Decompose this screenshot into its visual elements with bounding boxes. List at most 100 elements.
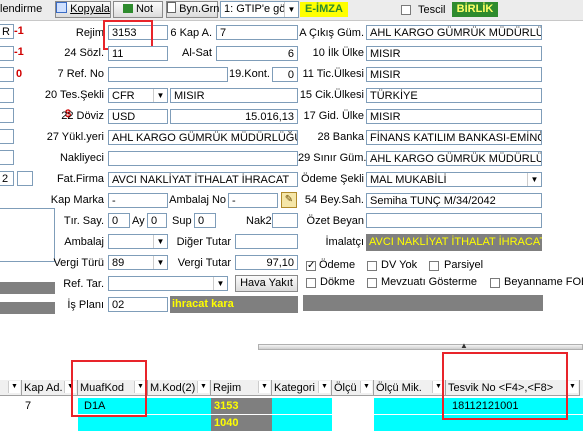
- odeme-checkbox[interactable]: ✓: [306, 261, 316, 271]
- grid-cell-kap-ad[interactable]: 7: [22, 398, 78, 414]
- sozl-field[interactable]: 11: [108, 46, 168, 61]
- odeme-sekli-select[interactable]: MAL MUKABİLİ ▼: [366, 172, 542, 187]
- grid-cell-rejim-2[interactable]: 1040: [211, 415, 272, 431]
- edit-icon[interactable]: ✎: [281, 192, 297, 208]
- diger-tutar-field[interactable]: [235, 234, 298, 249]
- nakliyeci-label: Nakliyeci: [59, 152, 104, 164]
- al-sat-field[interactable]: 6: [216, 46, 298, 61]
- tescil-checkbox[interactable]: [401, 5, 411, 15]
- grid-header-olcu-mik[interactable]: Ölçü Mik. ▼: [374, 380, 446, 396]
- imalatci-field[interactable]: AVCI NAKLİYAT İTHALAT İHRACAT: [366, 234, 542, 251]
- chevron-down-icon: ▼: [153, 235, 167, 248]
- tes-sekli-place-field[interactable]: MISIR: [170, 88, 298, 103]
- vergi-tutar-label: Vergi Tutar: [177, 257, 231, 269]
- tic-ulke-field[interactable]: MISIR: [366, 67, 542, 82]
- kont-field[interactable]: 0: [272, 67, 298, 82]
- grid-cell-m-kod2[interactable]: [148, 398, 211, 414]
- grid-header-row-handle[interactable]: ▼: [0, 380, 22, 396]
- left-edge-field-7[interactable]: [0, 150, 14, 165]
- mevzuati-gosterme-checkbox[interactable]: [367, 278, 377, 288]
- grid-header-label: M.Kod(2): [150, 382, 196, 394]
- ref-tar-select[interactable]: ▼: [108, 276, 228, 291]
- left-edge-minus1-b: -1: [14, 46, 24, 58]
- fat-firma-label: Fat.Firma: [56, 173, 104, 185]
- splitter-bar[interactable]: [258, 344, 583, 350]
- hava-yakit-button[interactable]: Hava Yakıt: [235, 275, 298, 292]
- grid-cell-olcu[interactable]: [332, 398, 374, 414]
- e-imza-button[interactable]: E-İMZA: [300, 2, 348, 17]
- note-button[interactable]: Not: [113, 1, 163, 18]
- left-edge-field-8[interactable]: 2: [0, 171, 14, 186]
- ilk-ulke-label: 10 İlk Ülke: [312, 47, 364, 59]
- copy-button[interactable]: Kopyala: [55, 1, 111, 18]
- tes-sekli-label: 20 Tes.Şekli: [44, 89, 104, 101]
- fat-firma-field[interactable]: AVCI NAKLİYAT İTHALAT İHRACAT: [108, 172, 298, 187]
- birlik-badge[interactable]: BİRLİK: [452, 2, 498, 17]
- grid-cell-olcu-mik-2[interactable]: [374, 415, 446, 431]
- left-edge-field-5[interactable]: [0, 108, 14, 123]
- banka-field[interactable]: FİNANS KATILIM BANKASI-EMİNÖN: [366, 130, 542, 145]
- dokme-checkbox[interactable]: [306, 278, 316, 288]
- left-edge-field-1[interactable]: R: [0, 24, 14, 39]
- left-edge-field-9[interactable]: [17, 171, 33, 186]
- left-edge-field-2[interactable]: [0, 46, 14, 61]
- grid-cell-m-kod2-2[interactable]: [148, 415, 211, 431]
- ozet-beyan-field[interactable]: [366, 213, 542, 228]
- tir-say-field[interactable]: 0: [108, 213, 130, 228]
- chevron-down-icon: ▼: [153, 89, 167, 102]
- parsiyel-checkbox[interactable]: [429, 261, 439, 271]
- ozet-beyan-label: Özet Beyan: [306, 215, 364, 227]
- doviz-amount-field[interactable]: 15.016,13: [170, 109, 298, 124]
- tir-say-label: Tır. Say.: [63, 215, 104, 227]
- kap-a-field[interactable]: 7: [216, 25, 298, 40]
- kap-marka-label: Kap Marka: [50, 194, 104, 206]
- vergi-turu-select[interactable]: 89 ▼: [108, 255, 168, 270]
- grid-header-kap-ad[interactable]: Kap Ad. ▼: [22, 380, 78, 396]
- ambalaj-no-field[interactable]: -: [228, 193, 278, 208]
- gtip-select[interactable]: 1: GTIP'e göı ▼: [220, 1, 299, 18]
- grid-header-rejim[interactable]: Rejim ▼: [211, 380, 272, 396]
- grid-header-m-kod2[interactable]: M.Kod(2) ▼: [148, 380, 211, 396]
- left-edge-field-3[interactable]: [0, 67, 14, 82]
- ref-tar-label: Ref. Tar.: [63, 278, 104, 290]
- sup-field[interactable]: 0: [194, 213, 216, 228]
- beyanname-fob-label: Beyanname FOB: [504, 276, 583, 288]
- grid-cell-muaf-kod-2[interactable]: [78, 415, 148, 431]
- grid-header-label: Ölçü Mik.: [376, 382, 422, 394]
- ilk-ulke-field[interactable]: MISIR: [366, 46, 542, 61]
- dv-yok-checkbox[interactable]: [367, 261, 377, 271]
- bey-sah-field[interactable]: Semiha TUNÇ M/34/2042: [366, 193, 542, 208]
- nakliyeci-field[interactable]: [108, 151, 298, 166]
- ay-field[interactable]: 0: [147, 213, 167, 228]
- yukl-yeri-field[interactable]: AHL KARGO GÜMRÜK MÜDÜRLÜĞÜ: [108, 130, 298, 145]
- sinir-gum-field[interactable]: AHL KARGO GÜMRÜK MÜDÜRLÜĞ: [366, 151, 542, 166]
- cikis-gum-field[interactable]: AHL KARGO GÜMRÜK MÜDÜRLÜĞ: [366, 25, 542, 40]
- grid-header-label: Kategori: [274, 382, 315, 394]
- byn-grn-button[interactable]: Byn.Grn.: [166, 1, 222, 18]
- gid-ulke-field[interactable]: MISIR: [366, 109, 542, 124]
- grid-cell-rejim[interactable]: 3153: [211, 398, 272, 414]
- nak2-field[interactable]: [272, 213, 298, 228]
- vergi-tutar-field[interactable]: 97,10: [235, 255, 298, 270]
- beyanname-fob-checkbox[interactable]: [490, 278, 500, 288]
- cik-ulke-field[interactable]: TÜRKİYE: [366, 88, 542, 103]
- grid-cell-kategori-2[interactable]: [272, 415, 332, 431]
- tes-sekli-select[interactable]: CFR ▼: [108, 88, 168, 103]
- toolbar-left-cut[interactable]: lendirme: [0, 3, 42, 15]
- grid-cell-kategori[interactable]: [272, 398, 332, 414]
- left-edge-field-4[interactable]: [0, 88, 14, 103]
- odeme-checkbox-label: Ödeme: [319, 259, 356, 271]
- ref-no-field[interactable]: [108, 67, 228, 82]
- kap-marka-field[interactable]: -: [108, 193, 168, 208]
- copy-icon: [56, 2, 68, 13]
- grid-header-kategori[interactable]: Kategori ▼: [272, 380, 332, 396]
- nak2-label: Nak2: [246, 215, 272, 227]
- grid-header-olcu[interactable]: Ölçü ▼: [332, 380, 374, 396]
- vergi-turu-value: 89: [112, 257, 125, 269]
- ambalaj-select[interactable]: ▼: [108, 234, 168, 249]
- is-plani-field[interactable]: 02: [108, 297, 168, 312]
- doviz-field[interactable]: USD: [108, 109, 168, 124]
- grid-cell-olcu-mik[interactable]: [374, 398, 446, 414]
- highlight-box-muaf-kod: [71, 360, 147, 417]
- left-edge-field-6[interactable]: [0, 129, 14, 144]
